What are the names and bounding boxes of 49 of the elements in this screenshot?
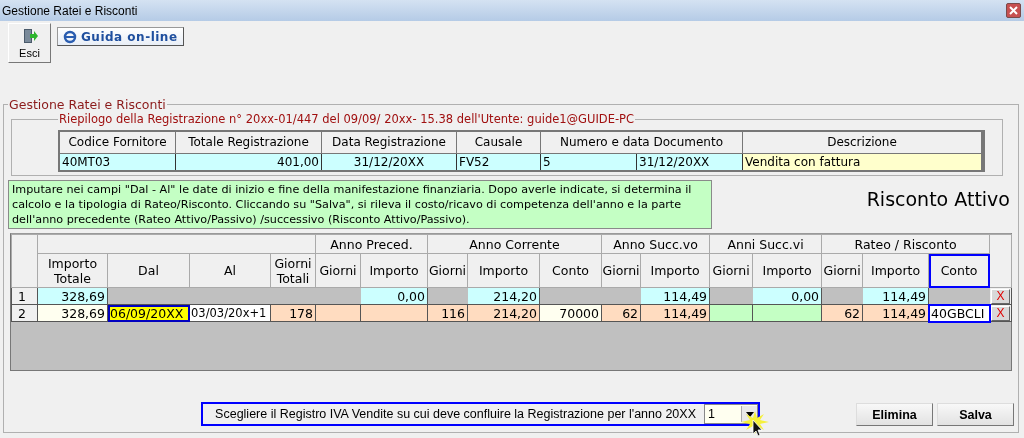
column-header: Totale Registrazione (176, 132, 322, 154)
register-dropdown[interactable]: 1 (704, 404, 758, 424)
column-header: Codice Fornitore (60, 132, 176, 154)
window-title: Gestione Ratei e Risconti (2, 3, 138, 18)
group-header: Anno Corrente (427, 234, 602, 254)
group-header: Rateo / Risconto (821, 234, 990, 254)
column-header: Importo (640, 253, 710, 288)
result-label: Risconto Attivo (866, 188, 1010, 210)
group-title: Riepilogo della Registrazione n° 20xx-01/447 del 09/09/ 20xx- 15.38 dell'Utente: guide1@GUIDE-PC (58, 112, 636, 126)
close-button[interactable] (1006, 3, 1021, 18)
column-header: Importo Totale (37, 253, 108, 288)
column-header: Al (189, 253, 271, 288)
column-header: Numero e data Documento (541, 132, 743, 154)
column-header: Dal (107, 253, 190, 288)
column-header: Giorni Totali (270, 253, 316, 288)
column-header: Giorni (315, 253, 361, 288)
column-header: Causale (457, 132, 541, 154)
column-header: Data Registrazione (322, 132, 457, 154)
action-button[interactable]: Elimina (856, 403, 933, 426)
column-header: Conto (539, 253, 602, 288)
table-cell: 5 (541, 154, 637, 170)
column-header: Importo (360, 253, 428, 288)
table-cell: 401,00 (176, 154, 322, 170)
column-header: Importo (467, 253, 540, 288)
caret-icon (745, 411, 754, 417)
cursor-icon (740, 410, 770, 436)
table-cell: Vendita con fattura (743, 154, 981, 170)
column-header: Importo (752, 253, 822, 288)
table-cell: FV52 (457, 154, 541, 170)
action-button[interactable]: Salva (937, 403, 1014, 426)
group-title: Gestione Ratei e Risconti (8, 97, 167, 112)
close-icon (1009, 6, 1018, 15)
column-header: Conto (928, 253, 990, 288)
table-cell: 40GBCLI (928, 304, 990, 322)
column-header: Importo (862, 253, 929, 288)
help-button[interactable]: Guida on-line (57, 27, 184, 46)
table-cell: 31/12/20XX (322, 154, 457, 170)
table-cell: 31/12/20XX (637, 154, 743, 170)
register-label: Scegliere il Registro IVA Vendite su cui deve confluire la Registrazione per l'anno 20XX (215, 407, 696, 421)
exit-button[interactable]: Esci (8, 23, 51, 63)
door-icon (21, 27, 38, 44)
group-header: Anni Succ.vi (709, 234, 822, 254)
group-header: Anno Preced. (315, 234, 428, 254)
group-header: Anno Succ.vo (601, 234, 710, 254)
delete-button[interactable]: X (991, 288, 1011, 304)
table-cell: 40MT03 (60, 154, 176, 170)
delete-button[interactable]: X (991, 305, 1011, 321)
info-note: Imputare nei campi "Dal - Al" le date di inizio e fine della manifestazione finanziaria. Dopo averle indicate, si determina il calcolo e la tipologia di Rateo/Risconto. Cliccando su "Salva", si rileva il costo/ricavo di competenza dell'anno e la parte dell'anno precedente (Rateo Attivo/Passivo) /successivo (Risconto Attivo/Passivo). (8, 180, 712, 229)
column-header: Giorni (709, 253, 753, 288)
